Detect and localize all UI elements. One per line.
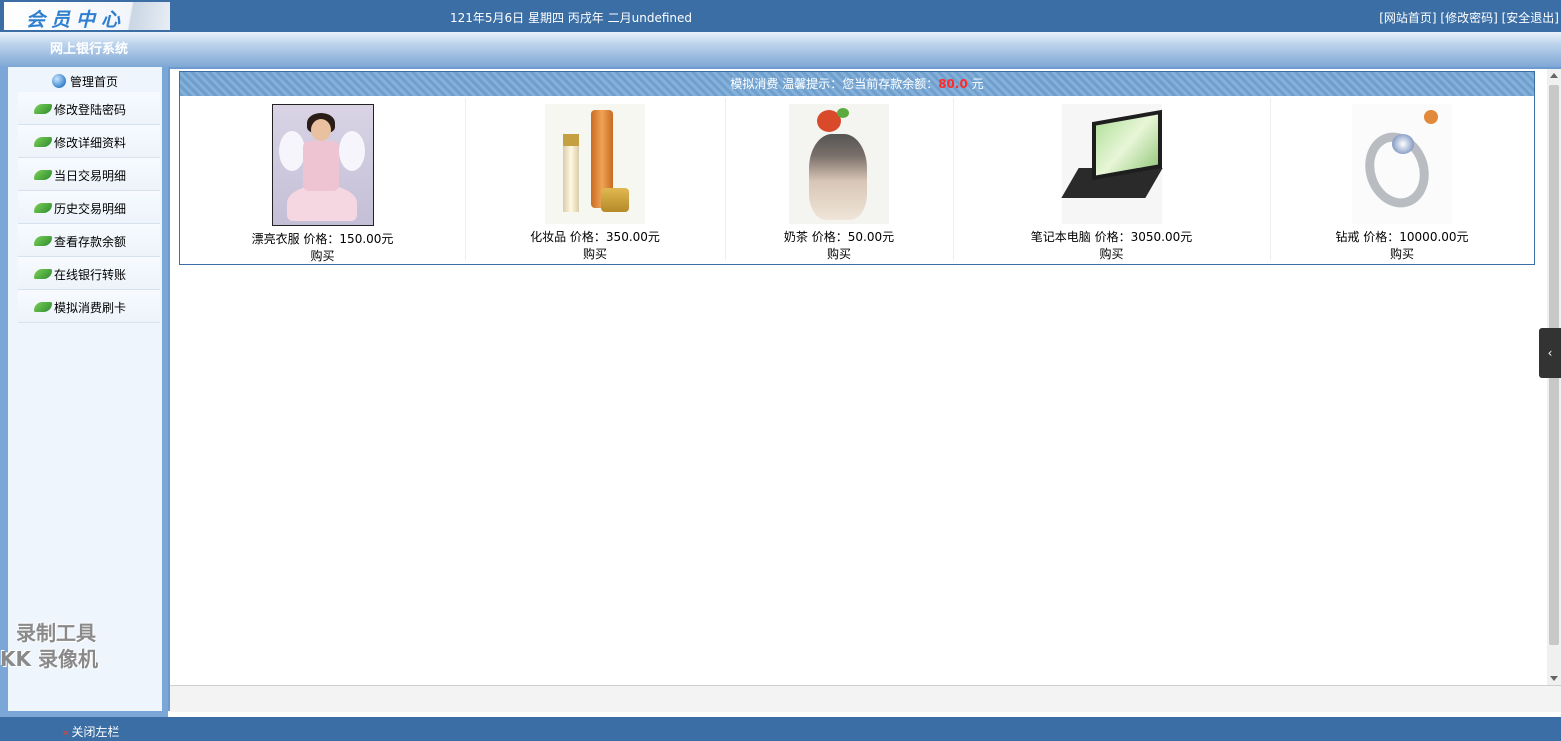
product-card: 奶茶 价格：50.00元 购买	[725, 98, 954, 262]
product-price: 价格：50.00元	[811, 230, 895, 244]
dress-photo[interactable]	[271, 104, 374, 226]
balance-unit: 元	[971, 77, 984, 91]
sidebar-item-online-transfer[interactable]: 在线银行转账	[18, 257, 160, 290]
product-name-line: 奶茶 价格：50.00元	[725, 228, 953, 245]
bottom-bar: ✕ 关闭左栏	[0, 717, 1561, 741]
product-name-line: 钻戒 价格：10000.00元	[1270, 228, 1534, 245]
sidebar-item-today-transactions[interactable]: 当日交易明细	[18, 158, 160, 191]
nav-list: 修改登陆密码 修改详细资料 当日交易明细 历史交易明细 查看存款余额 在线银行转…	[18, 92, 160, 323]
scroll-down-arrow-icon[interactable]	[1550, 676, 1558, 681]
product-price: 价格：3050.00元	[1094, 230, 1193, 244]
product-name-line: 漂亮衣服 价格：150.00元	[180, 230, 465, 247]
product-card: 化妆品 价格：350.00元 购买	[465, 98, 726, 262]
sidebar-item-change-login-password[interactable]: 修改登陆密码	[18, 92, 160, 125]
balance-tip: 温馨提示：您当前存款余额：	[782, 77, 939, 91]
shop-header: 模拟消费 温馨提示：您当前存款余额：80.0 元	[180, 72, 1534, 96]
close-left-panel-button[interactable]: ✕ 关闭左栏	[62, 723, 120, 740]
recorder-watermark: 录制工具 KK 录像机	[0, 620, 98, 672]
leaf-arrow-icon	[34, 203, 52, 213]
product-card: 钻戒 价格：10000.00元 购买	[1270, 98, 1534, 262]
sidebar-item-view-balance[interactable]: 查看存款余额	[18, 224, 160, 257]
buy-link[interactable]: 购买	[725, 245, 953, 262]
site-home-link[interactable]: [网站首页]	[1379, 11, 1436, 25]
watermark-line2: KK 录像机	[0, 647, 98, 671]
sidebar: 管理首页 修改登陆密码 修改详细资料 当日交易明细 历史交易明细 查看存款余额 …	[8, 67, 162, 711]
product-price: 价格：150.00元	[303, 232, 394, 246]
sidebar-item-label: 模拟消费刷卡	[54, 301, 127, 315]
product-name: 化妆品	[530, 230, 567, 244]
sidebar-item-edit-profile[interactable]: 修改详细资料	[18, 125, 160, 158]
nav-home-label: 管理首页	[70, 75, 119, 89]
sidebar-item-label: 当日交易明细	[54, 169, 127, 183]
change-password-link[interactable]: [修改密码]	[1440, 11, 1497, 25]
sidebar-item-history-transactions[interactable]: 历史交易明细	[18, 191, 160, 224]
collapse-panel-chevron-left-icon[interactable]: ‹	[1539, 328, 1561, 378]
close-left-label: 关闭左栏	[71, 725, 120, 739]
leaf-arrow-icon	[34, 137, 52, 147]
logo-text: 会员中心	[26, 9, 127, 31]
leaf-arrow-icon	[34, 302, 52, 312]
product-name: 笔记本电脑	[1030, 230, 1091, 244]
horizontal-scrollbar[interactable]	[170, 685, 1561, 712]
cosmetics-photo[interactable]	[545, 104, 645, 224]
product-price: 价格：350.00元	[569, 230, 660, 244]
scroll-up-arrow-icon[interactable]	[1550, 73, 1558, 78]
product-name-line: 笔记本电脑 价格：3050.00元	[953, 228, 1270, 245]
product-name-line: 化妆品 价格：350.00元	[465, 228, 725, 245]
product-name: 漂亮衣服	[251, 232, 300, 246]
system-title: 网上银行系统	[50, 42, 129, 57]
sidebar-item-label: 修改登陆密码	[54, 103, 127, 117]
product-card: 笔记本电脑 价格：3050.00元 购买	[953, 98, 1271, 262]
product-name: 钻戒	[1335, 230, 1360, 244]
product-price: 价格：10000.00元	[1363, 230, 1469, 244]
product-list: 漂亮衣服 价格：150.00元 购买 化妆品 价格：350.00元 购买 奶茶 …	[180, 98, 1534, 263]
sidebar-item-label: 修改详细资料	[54, 136, 127, 150]
globe-icon	[52, 74, 66, 88]
close-icon: ✕	[62, 729, 70, 739]
ring-photo[interactable]	[1352, 104, 1452, 224]
watermark-line1: 录制工具	[16, 621, 96, 645]
product-name: 奶茶	[783, 230, 808, 244]
balance-value: 80.0	[938, 77, 968, 91]
logo: 会员中心	[4, 2, 170, 31]
sidebar-item-label: 历史交易明细	[54, 202, 127, 216]
sub-header: 网上银行系统	[0, 32, 1561, 67]
top-bar: 会员中心 121年5月6日 星期四 丙戌年 二月undefined [网站首页]…	[0, 0, 1561, 32]
buy-link[interactable]: 购买	[465, 245, 725, 262]
product-card: 漂亮衣服 价格：150.00元 购买	[180, 98, 466, 263]
milk-tea-photo[interactable]	[789, 104, 889, 224]
sidebar-item-label: 查看存款余额	[54, 235, 127, 249]
leaf-arrow-icon	[34, 269, 52, 279]
buy-link[interactable]: 购买	[953, 245, 1270, 262]
leaf-arrow-icon	[34, 104, 52, 114]
leaf-arrow-icon	[34, 236, 52, 246]
shop-title: 模拟消费	[730, 77, 779, 91]
shop-panel: 模拟消费 温馨提示：您当前存款余额：80.0 元 漂亮衣服 价格：150.00元…	[179, 71, 1535, 265]
logout-link[interactable]: [安全退出]	[1502, 11, 1559, 25]
buy-link[interactable]: 购买	[180, 247, 465, 264]
leaf-arrow-icon	[34, 170, 52, 180]
buy-link[interactable]: 购买	[1270, 245, 1534, 262]
sidebar-item-simulate-card-payment[interactable]: 模拟消费刷卡	[18, 290, 160, 323]
sidebar-item-label: 在线银行转账	[54, 268, 127, 282]
laptop-photo[interactable]	[1060, 104, 1163, 224]
top-links: [网站首页] [修改密码] [安全退出]	[1379, 9, 1559, 26]
date-display: 121年5月6日 星期四 丙戌年 二月undefined	[450, 11, 692, 25]
nav-home[interactable]: 管理首页	[52, 73, 118, 90]
